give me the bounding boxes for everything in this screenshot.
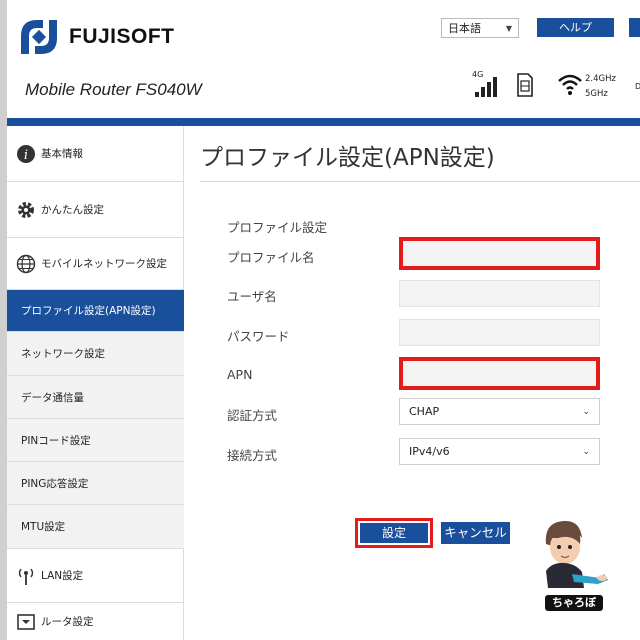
band-24ghz: 2.4GHz bbox=[585, 74, 616, 84]
header: FUJISOFT Mobile Router FS040W 日本語 ▼ ヘルプ … bbox=[7, 0, 640, 118]
chevron-down-icon: ⌄ bbox=[582, 446, 590, 457]
chevron-down-icon: ▼ bbox=[505, 23, 512, 33]
connection-method-label: 接続方式 bbox=[227, 448, 278, 463]
sidebar-item-mtu[interactable]: MTU設定 bbox=[7, 505, 184, 549]
sidebar-item-data-usage[interactable]: データ通信量 bbox=[7, 376, 184, 419]
svg-text:i: i bbox=[24, 148, 28, 163]
apn-label: APN bbox=[227, 367, 253, 382]
sidebar-item-basic-info[interactable]: i 基本情報 bbox=[7, 126, 184, 182]
fujisoft-logo-icon bbox=[21, 20, 57, 54]
brand-logo: FUJISOFT bbox=[17, 16, 175, 58]
page-title: プロファイル設定(APN設定) bbox=[200, 145, 495, 171]
sidebar-item-label: ネットワーク設定 bbox=[21, 348, 105, 360]
sidebar-item-router[interactable]: ルータ設定 bbox=[7, 603, 184, 640]
router-icon bbox=[15, 611, 37, 633]
auth-method-select[interactable]: CHAP ⌄ bbox=[399, 398, 600, 425]
section-label: プロファイル設定 bbox=[227, 220, 328, 235]
gear-icon bbox=[15, 199, 37, 221]
sidebar-item-label: ルータ設定 bbox=[41, 616, 94, 628]
sidebar-item-easy-setup[interactable]: かんたん設定 bbox=[7, 182, 184, 238]
sidebar-item-pin-code[interactable]: PINコード設定 bbox=[7, 419, 184, 462]
title-divider bbox=[200, 181, 640, 182]
language-value: 日本語 bbox=[448, 22, 481, 35]
sidebar-item-mobile-network[interactable]: モバイルネットワーク設定 bbox=[7, 238, 184, 290]
sidebar-item-network[interactable]: ネットワーク設定 bbox=[7, 332, 184, 376]
sidebar-item-label: PING応答設定 bbox=[21, 477, 89, 490]
product-name: Mobile Router FS040W bbox=[25, 80, 202, 99]
auth-method-value: CHAP bbox=[409, 405, 440, 418]
chevron-down-icon: ⌄ bbox=[582, 406, 590, 417]
profile-name-label: プロファイル名 bbox=[227, 250, 315, 265]
info-icon: i bbox=[15, 143, 37, 165]
network-type: 4G bbox=[472, 70, 483, 79]
sidebar-item-label: MTU設定 bbox=[21, 521, 66, 533]
sidebar-item-label: かんたん設定 bbox=[41, 204, 104, 216]
band-extra: D bbox=[635, 82, 640, 91]
sidebar-item-label: データ通信量 bbox=[21, 391, 84, 404]
mascot-label: ちゃろぼ bbox=[543, 593, 605, 613]
sidebar-item-label: 基本情報 bbox=[41, 148, 83, 160]
sidebar-item-label: PINコード設定 bbox=[21, 434, 91, 447]
sidebar-item-profile-apn[interactable]: プロファイル設定(APN設定) bbox=[7, 290, 184, 332]
globe-icon bbox=[15, 253, 37, 275]
header-divider bbox=[7, 118, 640, 126]
wifi-icon bbox=[558, 74, 582, 95]
sidebar-item-label: プロファイル設定(APN設定) bbox=[21, 305, 156, 317]
save-button-highlight: 設定 bbox=[355, 518, 433, 548]
sidebar-item-lan[interactable]: LAN設定 bbox=[7, 549, 184, 603]
sidebar-item-label: モバイルネットワーク設定 bbox=[41, 258, 167, 270]
save-button[interactable]: 設定 bbox=[360, 523, 428, 543]
username-label: ユーザ名 bbox=[227, 289, 277, 304]
logout-button[interactable] bbox=[629, 18, 640, 37]
sim-card-icon bbox=[517, 73, 533, 97]
auth-method-label: 認証方式 bbox=[227, 408, 278, 423]
wifi-bands: 2.4GHz 5GHz bbox=[585, 72, 616, 102]
username-input[interactable] bbox=[399, 280, 600, 307]
profile-name-input[interactable] bbox=[399, 237, 600, 270]
window-edge bbox=[0, 0, 7, 640]
signal-4g-icon: 4G bbox=[472, 70, 497, 97]
cancel-button[interactable]: キャンセル bbox=[441, 522, 510, 544]
sidebar-item-ping-response[interactable]: PING応答設定 bbox=[7, 462, 184, 505]
password-label: パスワード bbox=[227, 329, 290, 344]
apn-input[interactable] bbox=[399, 357, 600, 390]
sidebar-item-label: LAN設定 bbox=[41, 570, 84, 582]
brand-name: FUJISOFT bbox=[69, 25, 175, 48]
band-5ghz: 5GHz bbox=[585, 89, 608, 99]
language-select[interactable]: 日本語 ▼ bbox=[441, 18, 519, 38]
connection-method-value: IPv4/v6 bbox=[409, 445, 450, 458]
antenna-icon bbox=[15, 565, 37, 587]
connection-method-select[interactable]: IPv4/v6 ⌄ bbox=[399, 438, 600, 465]
sidebar: i 基本情報 かんたん設定 モバイルネットワーク設定 プロファイル設定(APN設… bbox=[7, 126, 184, 640]
help-button[interactable]: ヘルプ bbox=[537, 18, 614, 37]
password-input[interactable] bbox=[399, 319, 600, 346]
